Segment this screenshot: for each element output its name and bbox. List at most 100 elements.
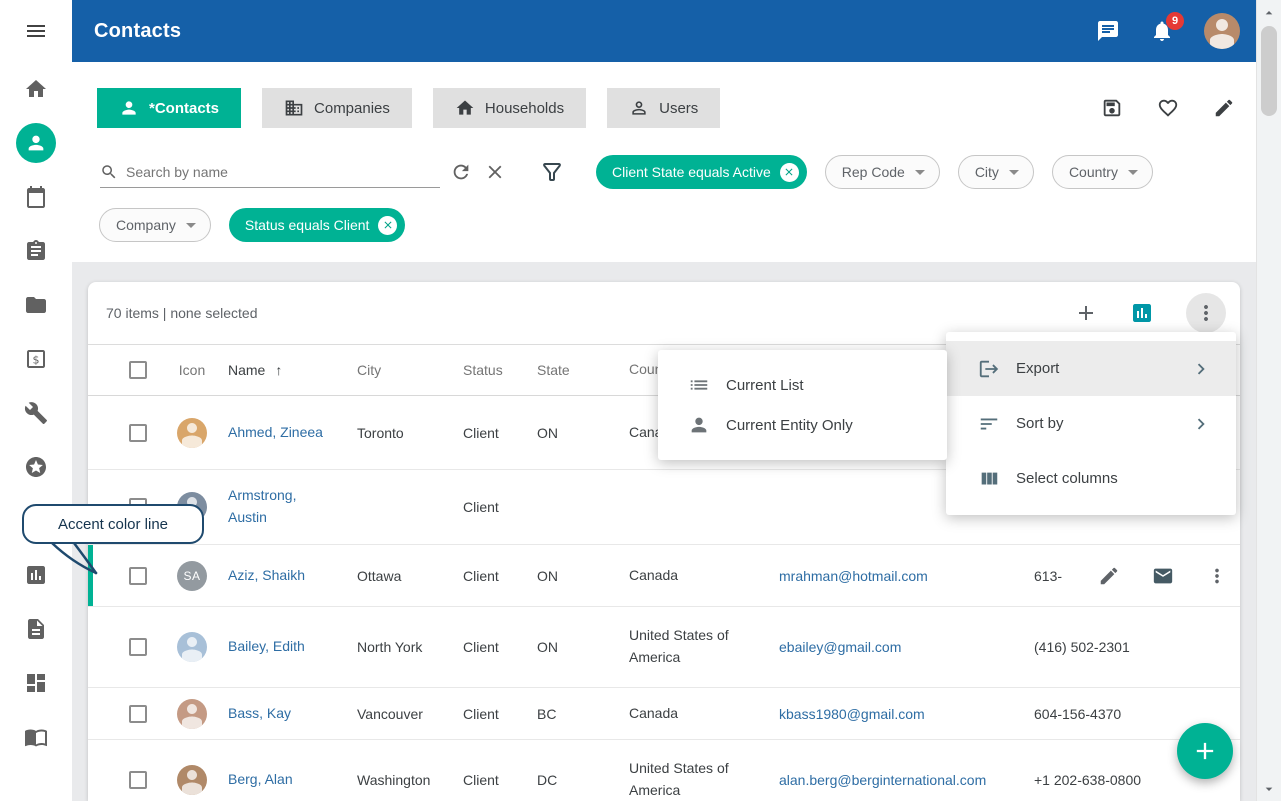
col-header-city[interactable]: City [349, 362, 455, 378]
sidebar-item-folder[interactable] [0, 278, 72, 332]
more-vertical-icon[interactable] [1206, 565, 1228, 587]
row-checkbox[interactable] [129, 705, 147, 723]
country-cell: United States of America [621, 625, 771, 668]
row-checkbox[interactable] [129, 771, 147, 789]
export-icon [978, 358, 1000, 380]
contact-name-link[interactable]: Aziz, Shaikh [228, 565, 305, 587]
edit-pencil-icon[interactable] [1213, 97, 1235, 119]
sidebar-item-dashboard[interactable] [0, 656, 72, 710]
filter-chip-client-state[interactable]: Client State equals Active [596, 155, 807, 189]
country-cell: Canada [621, 565, 771, 587]
email-link[interactable]: mrahman@hotmail.com [779, 568, 928, 584]
menu-item-label: Current Entity Only [726, 417, 853, 434]
more-vertical-icon[interactable] [1186, 293, 1226, 333]
contact-name-link[interactable]: Armstrong, Austin [228, 485, 323, 528]
sidebar-item-contacts-active[interactable] [0, 116, 72, 170]
col-header-state[interactable]: State [529, 362, 621, 378]
menu-icon[interactable] [0, 0, 72, 62]
chat-icon[interactable] [1096, 19, 1120, 43]
menu-item-export[interactable]: Export [946, 341, 1236, 396]
filter-panel: *Contacts Companies Households Users C [72, 62, 1256, 262]
table-row[interactable]: Bailey, Edith North York Client ON Unite… [88, 607, 1240, 688]
columns-icon [978, 468, 1000, 490]
save-icon[interactable] [1101, 97, 1123, 119]
status-cell: Client [455, 706, 529, 722]
remove-filter-icon[interactable] [780, 163, 799, 182]
column-chart-icon[interactable] [1130, 301, 1154, 325]
tab-contacts[interactable]: *Contacts [97, 88, 241, 128]
search-input[interactable] [126, 164, 440, 180]
remove-filter-icon[interactable] [378, 216, 397, 235]
table-row-highlighted[interactable]: SA Aziz, Shaikh Ottawa Client ON Canada … [88, 545, 1240, 607]
scrollbar [1256, 0, 1281, 801]
edit-pencil-icon[interactable] [1098, 565, 1120, 587]
notifications-bell-icon[interactable]: 9 [1150, 19, 1174, 43]
scroll-down-arrow[interactable] [1257, 776, 1281, 801]
row-checkbox[interactable] [129, 424, 147, 442]
items-summary: 70 items | none selected [106, 305, 258, 321]
plus-icon [1191, 737, 1219, 765]
phone-cell: 604-156-4370 [1026, 706, 1240, 722]
menu-item-select-columns[interactable]: Select columns [946, 451, 1236, 506]
sidebar-item-calendar[interactable] [0, 170, 72, 224]
menu-item-current-entity[interactable]: Current Entity Only [658, 405, 947, 445]
menu-item-current-list[interactable]: Current List [658, 365, 947, 405]
annotation-callout: Accent color line [22, 504, 204, 544]
table-row[interactable]: Berg, Alan Washington Client DC United S… [88, 740, 1240, 801]
table-row[interactable]: Bass, Kay Vancouver Client BC Canada kba… [88, 688, 1240, 740]
sidebar-item-documents[interactable] [0, 602, 72, 656]
col-header-name[interactable]: Name↑ [220, 362, 349, 378]
city-cell: Toronto [349, 425, 455, 441]
tab-households[interactable]: Households [433, 88, 586, 128]
user-avatar[interactable] [1204, 13, 1240, 49]
sidebar-item-tools[interactable] [0, 386, 72, 440]
sidebar-item-tasks[interactable] [0, 224, 72, 278]
email-link[interactable]: alan.berg@berginternational.com [779, 772, 986, 788]
status-cell: Client [455, 499, 529, 515]
page-title: Contacts [94, 20, 181, 43]
row-checkbox[interactable] [129, 638, 147, 656]
filter-funnel-icon[interactable] [540, 160, 564, 184]
add-contact-fab[interactable] [1177, 723, 1233, 779]
add-plus-icon[interactable] [1074, 301, 1098, 325]
clear-search-icon[interactable] [484, 161, 506, 183]
menu-item-label: Sort by [1016, 415, 1064, 432]
filter-chip-city[interactable]: City [958, 155, 1034, 189]
country-cell: United States of America [621, 758, 771, 801]
notification-badge: 9 [1166, 12, 1184, 30]
contact-name-link[interactable]: Bailey, Edith [228, 636, 305, 658]
tab-users[interactable]: Users [607, 88, 720, 128]
email-envelope-icon[interactable] [1152, 565, 1174, 587]
sort-ascending-icon: ↑ [275, 362, 282, 378]
scroll-up-arrow[interactable] [1257, 0, 1281, 25]
sidebar-item-billing[interactable]: $ [0, 332, 72, 386]
select-all-checkbox[interactable] [129, 361, 147, 379]
email-link[interactable]: kbass1980@gmail.com [779, 706, 925, 722]
contact-name-link[interactable]: Ahmed, Zineea [228, 422, 323, 444]
sidebar: $ [0, 0, 72, 801]
filter-chip-rep-code[interactable]: Rep Code [825, 155, 940, 189]
contact-name-link[interactable]: Bass, Kay [228, 703, 291, 725]
chip-label: Client State equals Active [612, 164, 771, 180]
col-header-status[interactable]: Status [455, 362, 529, 378]
status-cell: Client [455, 772, 529, 788]
filter-chip-country[interactable]: Country [1052, 155, 1153, 189]
sidebar-item-library[interactable] [0, 710, 72, 764]
tab-companies[interactable]: Companies [262, 88, 412, 128]
favorite-heart-icon[interactable] [1157, 97, 1179, 119]
filter-chip-company[interactable]: Company [99, 208, 211, 242]
col-header-icon[interactable]: Icon [164, 362, 220, 378]
state-cell: BC [529, 706, 621, 722]
menu-item-sort-by[interactable]: Sort by [946, 396, 1236, 451]
contact-name-link[interactable]: Berg, Alan [228, 769, 293, 791]
scrollbar-thumb[interactable] [1261, 26, 1277, 116]
refresh-icon[interactable] [450, 161, 472, 183]
row-actions [1098, 565, 1228, 587]
sidebar-item-home[interactable] [0, 62, 72, 116]
row-checkbox[interactable] [129, 567, 147, 585]
state-cell: DC [529, 772, 621, 788]
filter-chip-status[interactable]: Status equals Client [229, 208, 406, 242]
phone-cell: (416) 502-2301 [1026, 639, 1240, 655]
email-link[interactable]: ebailey@gmail.com [779, 639, 901, 655]
sidebar-item-featured[interactable] [0, 440, 72, 494]
